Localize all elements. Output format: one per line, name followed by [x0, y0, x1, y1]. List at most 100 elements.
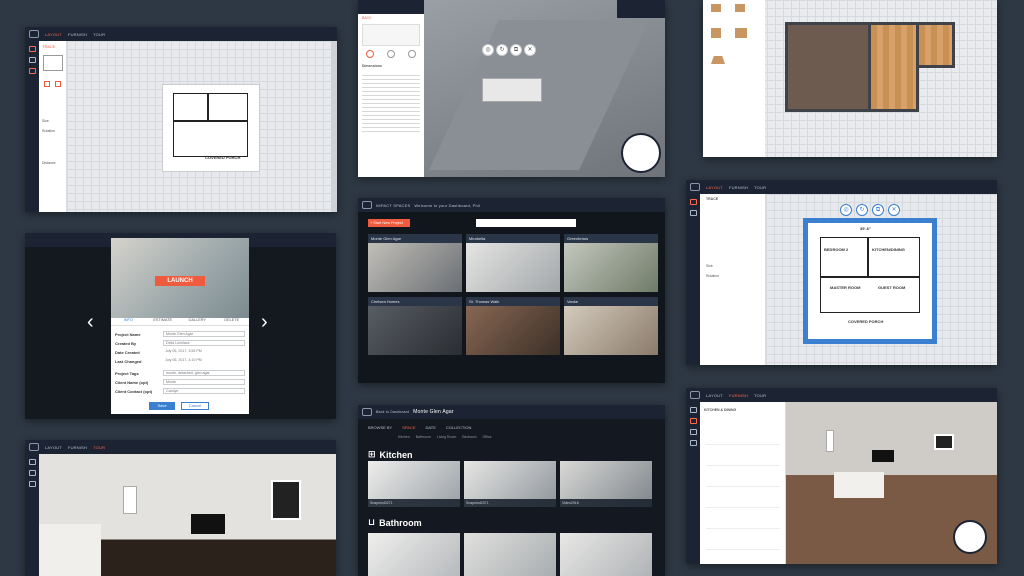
gallery-thumb[interactable]	[464, 533, 556, 576]
nav-furnish[interactable]: FURNISH	[68, 32, 87, 37]
minimap[interactable]	[621, 133, 661, 173]
nav-tour[interactable]: TOUR	[93, 445, 105, 450]
field-input[interactable]: Monte	[163, 379, 245, 385]
furnish-room-view[interactable]	[786, 402, 997, 564]
tab-info[interactable]: INFO	[111, 318, 146, 325]
minimap[interactable]	[953, 520, 987, 554]
project-card[interactable]: Chelsea Homes	[368, 297, 462, 355]
walk-icon[interactable]	[28, 459, 36, 465]
trace-icon[interactable]	[28, 46, 36, 52]
kitchen-icon[interactable]	[689, 418, 697, 424]
shape-icon[interactable]	[711, 4, 721, 12]
search-input[interactable]	[476, 219, 576, 227]
pencil-icon[interactable]	[28, 68, 36, 74]
filter-office[interactable]: Office	[483, 435, 492, 439]
field-input[interactable]: Delia Lovelace	[163, 340, 245, 346]
rotate-icon[interactable]: ↻	[496, 44, 508, 56]
project-card[interactable]: Greenbriars	[564, 234, 658, 292]
tour-room-view[interactable]	[39, 454, 336, 576]
project-card[interactable]: Mirabella	[466, 234, 560, 292]
gallery-thumb[interactable]: Video2916	[560, 461, 652, 507]
new-project-button[interactable]: + Start New Project	[368, 219, 410, 227]
nav-layout[interactable]: LAYOUT	[706, 185, 723, 190]
nav-furnish[interactable]: FURNISH	[68, 445, 87, 450]
filter-bathroom[interactable]: Bathroom	[416, 435, 431, 439]
delete-icon[interactable]: ✕	[888, 204, 900, 216]
back-link[interactable]: TRACE	[39, 41, 66, 52]
tab-collection[interactable]: COLLECTION	[446, 425, 472, 430]
gallery-thumb[interactable]: Snapshot3271	[368, 461, 460, 507]
filter-living[interactable]: Living Room	[437, 435, 456, 439]
color-icon[interactable]	[386, 50, 395, 58]
field-input[interactable]: monte, detached, glen agar	[163, 370, 245, 376]
project-card[interactable]: Vanke	[564, 297, 658, 355]
filter-kitchen[interactable]: Kitchen	[398, 435, 410, 439]
product-list[interactable]	[706, 424, 780, 559]
tab-gallery[interactable]: GALLERY	[180, 318, 215, 325]
info-icon[interactable]	[366, 50, 375, 58]
floor-wood[interactable]	[871, 22, 919, 112]
shape-icon[interactable]	[711, 56, 725, 64]
filter-bedroom[interactable]: Bedroom	[462, 435, 476, 439]
back-link[interactable]: BACK	[358, 14, 424, 22]
nav-tour[interactable]: TOUR	[754, 185, 766, 190]
gallery-thumb[interactable]	[560, 533, 652, 576]
field-client-name: Client Name (opt) Monte	[115, 378, 245, 386]
back-dashboard[interactable]: Back to Dashboard	[376, 410, 409, 414]
prev-arrow-icon[interactable]: ‹	[87, 311, 94, 334]
size-icon[interactable]	[407, 50, 416, 58]
dim-top: 39'-6"	[860, 226, 871, 231]
project-card[interactable]: St. Thomas Walk	[466, 297, 560, 355]
gallery-thumb[interactable]	[368, 533, 460, 576]
upload-icon[interactable]	[44, 81, 50, 87]
3d-room-view[interactable]: ◎ ↻ ⧉ ✕	[424, 0, 665, 177]
lock-icon[interactable]: ◎	[840, 204, 852, 216]
cancel-button[interactable]: Cancel	[181, 402, 209, 410]
dining-table	[482, 78, 542, 102]
nav-tour[interactable]: TOUR	[93, 32, 105, 37]
nav-layout[interactable]: LAYOUT	[45, 445, 62, 450]
nav-layout[interactable]: LAYOUT	[45, 32, 62, 37]
shape-icon[interactable]	[735, 4, 745, 12]
field-label: Last Changed	[115, 358, 142, 364]
bath-icon[interactable]	[689, 440, 697, 446]
lock-icon[interactable]: ◎	[482, 44, 494, 56]
next-arrow-icon[interactable]: ›	[261, 311, 268, 334]
nav-tour[interactable]: TOUR	[754, 393, 766, 398]
floor-grey[interactable]	[785, 22, 871, 112]
trace-icon[interactable]	[689, 199, 697, 205]
rotate-icon[interactable]: ↻	[856, 204, 868, 216]
nav-layout[interactable]: LAYOUT	[706, 393, 723, 398]
copy-icon[interactable]: ⧉	[510, 44, 522, 56]
gallery-thumb[interactable]: Snapshot2371	[464, 461, 556, 507]
nav-furnish[interactable]: FURNISH	[729, 393, 748, 398]
copy-icon[interactable]: ⧉	[872, 204, 884, 216]
card-title: Greenbriars	[564, 234, 658, 243]
save-button[interactable]: Save	[149, 402, 175, 410]
shape-icon[interactable]	[711, 28, 721, 38]
tab-date[interactable]: DATE	[426, 425, 436, 430]
field-input[interactable]: Monte Glen Agar	[163, 331, 245, 337]
sofa-icon[interactable]	[689, 407, 697, 413]
delete-icon[interactable]: ✕	[524, 44, 536, 56]
card-title: Chelsea Homes	[368, 297, 462, 306]
shape-icon[interactable]	[735, 28, 747, 38]
wall-icon[interactable]	[28, 57, 36, 63]
wall-icon[interactable]	[689, 210, 697, 216]
field-label: Client Name (opt)	[115, 379, 149, 385]
top-nav: LAYOUT FURNISH TOUR	[25, 440, 336, 454]
tab-delete[interactable]: DELETE	[215, 318, 250, 325]
scrollbar[interactable]	[331, 41, 337, 212]
project-card[interactable]: Monte Glen Agar	[368, 234, 462, 292]
launch-button[interactable]: LAUNCH	[155, 276, 205, 286]
bed-icon[interactable]	[689, 429, 697, 435]
tab-estimate[interactable]: ESTIMATE	[146, 318, 181, 325]
camera-icon[interactable]	[28, 470, 36, 476]
settings-icon[interactable]	[28, 481, 36, 487]
selected-plan[interactable]: 39'-6" BEDROOM 2 KITCHEN/DINING MASTER R…	[803, 218, 937, 344]
delete-icon[interactable]	[55, 81, 61, 87]
nav-furnish[interactable]: FURNISH	[729, 185, 748, 190]
window	[271, 480, 301, 520]
tab-space[interactable]: SPACE	[402, 425, 415, 430]
field-input[interactable]: Carolyn	[163, 388, 245, 394]
